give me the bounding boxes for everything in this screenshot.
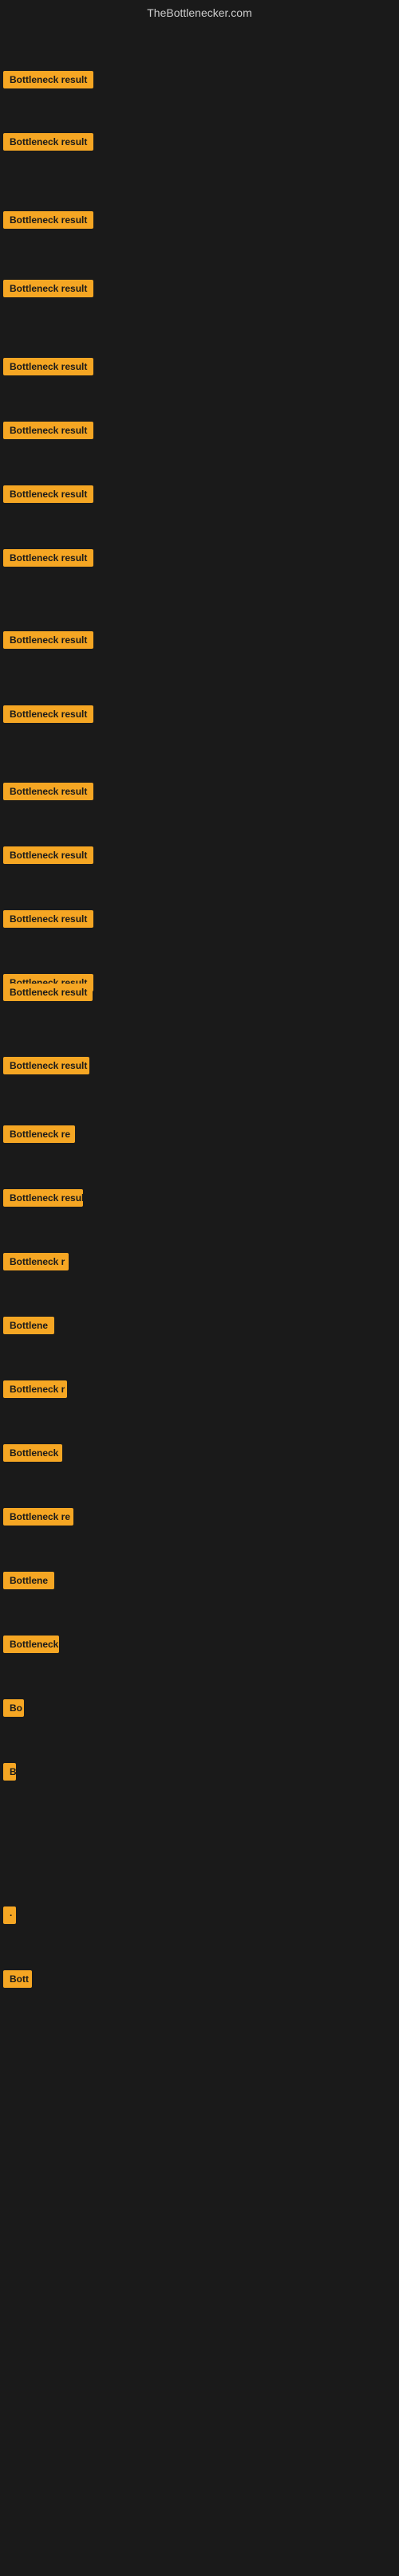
result-row: Bottleneck result [3, 1057, 89, 1078]
bottleneck-badge[interactable]: Bottleneck re [3, 1125, 75, 1143]
bottleneck-badge[interactable]: Bottleneck result [3, 485, 93, 503]
site-header: TheBottlenecker.com [0, 0, 399, 26]
result-row: Bottleneck result [3, 485, 93, 507]
result-row: Bottleneck result [3, 422, 93, 443]
result-row: Bottleneck result [3, 984, 93, 1005]
bottleneck-badge[interactable]: Bottleneck re [3, 1508, 73, 1526]
bottleneck-badge[interactable]: Bottleneck r [3, 1253, 69, 1270]
bottleneck-badge[interactable]: Bottlene [3, 1572, 54, 1589]
bottleneck-badge[interactable]: Bottleneck [3, 1636, 59, 1653]
result-row: Bottleneck result [3, 549, 93, 571]
result-row: Bottleneck [3, 1636, 59, 1657]
bottleneck-badge[interactable]: B [3, 1763, 16, 1781]
bottleneck-badge[interactable]: Bottleneck result [3, 846, 93, 864]
bottleneck-badge[interactable]: Bottleneck result [3, 1057, 89, 1074]
result-row: Bottleneck result [3, 211, 93, 233]
bottleneck-badge[interactable]: Bottleneck r [3, 1380, 67, 1398]
bottleneck-badge[interactable]: Bo [3, 1699, 24, 1717]
result-row: Bottleneck r [3, 1253, 69, 1274]
bottleneck-badge[interactable]: Bottleneck result [3, 984, 93, 1001]
result-row: Bottleneck result [3, 910, 93, 932]
result-row: Bottlene [3, 1572, 54, 1593]
result-row: Bottleneck result [3, 133, 93, 155]
results-container: Bottleneck result Bottleneck result Bottle… [0, 26, 399, 2576]
bottleneck-badge[interactable]: Bottleneck result [3, 783, 93, 800]
bottleneck-badge[interactable]: Bottleneck result [3, 631, 93, 649]
result-row: Bottleneck result [3, 280, 93, 301]
result-row: B [3, 1763, 16, 1785]
result-row: Bottleneck re [3, 1508, 73, 1530]
bottleneck-badge[interactable]: Bottleneck [3, 1444, 62, 1462]
bottleneck-badge[interactable]: Bottleneck result [3, 133, 93, 151]
result-row: Bottlene [3, 1317, 54, 1338]
bottleneck-badge[interactable]: · [3, 1906, 16, 1924]
result-row: Bottleneck [3, 1444, 62, 1466]
result-row: Bottleneck result [3, 631, 93, 653]
result-row: Bottleneck result [3, 71, 93, 92]
bottleneck-badge[interactable]: Bottleneck result [3, 71, 93, 88]
bottleneck-badge[interactable]: Bottleneck result [3, 211, 93, 229]
result-row: Bo [3, 1699, 24, 1721]
bottleneck-badge[interactable]: Bottleneck result [3, 280, 93, 297]
result-row: Bottleneck result [3, 846, 93, 868]
bottleneck-badge[interactable]: Bott [3, 1970, 32, 1988]
bottleneck-badge[interactable]: Bottleneck result [3, 910, 93, 928]
result-row: Bott [3, 1970, 32, 1992]
result-row: Bottleneck result [3, 1189, 83, 1211]
bottleneck-badge[interactable]: Bottleneck result [3, 705, 93, 723]
bottleneck-badge[interactable]: Bottleneck result [3, 1189, 83, 1207]
result-row: Bottleneck r [3, 1380, 67, 1402]
bottleneck-badge[interactable]: Bottleneck result [3, 422, 93, 439]
result-row: Bottleneck result [3, 783, 93, 804]
result-row: Bottleneck result [3, 705, 93, 727]
bottleneck-badge[interactable]: Bottleneck result [3, 358, 93, 375]
bottleneck-badge[interactable]: Bottleneck result [3, 549, 93, 567]
result-row: · [3, 1906, 16, 1928]
result-row: Bottleneck re [3, 1125, 75, 1147]
bottleneck-badge[interactable]: Bottlene [3, 1317, 54, 1334]
result-row: Bottleneck result [3, 358, 93, 379]
